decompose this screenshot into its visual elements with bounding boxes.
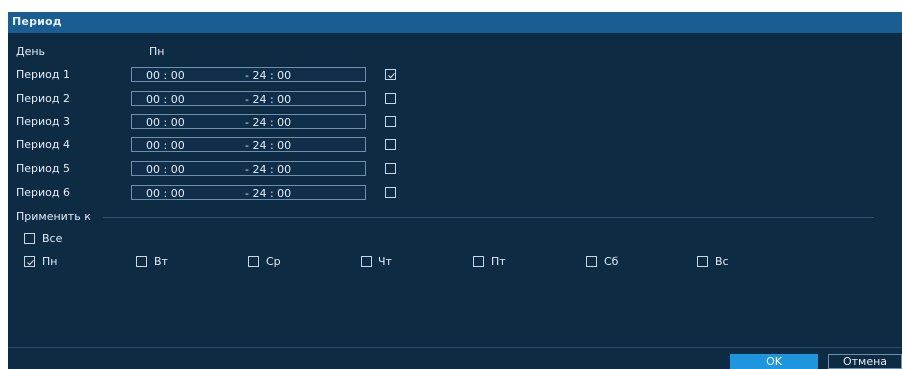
apply-day-thu-label: Чт [378,255,392,268]
period-6-label: Период 6 [16,186,71,199]
period-5-label: Период 5 [16,162,71,175]
period-6-start[interactable]: 00 : 00 [146,187,185,200]
apply-day-sun-checkbox[interactable] [697,256,708,267]
period-4-label: Период 4 [16,138,71,151]
apply-day-sun-label: Вс [715,255,729,268]
period-1-start[interactable]: 00 : 00 [146,69,185,82]
period-5-checkbox[interactable] [385,163,396,174]
day-label: День [16,45,46,58]
period-3-end[interactable]: - 24 : 00 [245,116,291,129]
period-1-label: Период 1 [16,68,71,81]
period-1-checkbox[interactable] [385,69,396,80]
ok-button[interactable]: OK [730,354,818,369]
dialog-title: Период [12,15,62,28]
period-2-checkbox[interactable] [385,93,396,104]
cancel-button[interactable]: Отмена [828,354,902,369]
period-4-start[interactable]: 00 : 00 [146,139,185,152]
apply-day-sat-label: Сб [604,255,619,268]
period-2-start[interactable]: 00 : 00 [146,93,185,106]
dialog-titlebar: Период [8,12,902,33]
period-1-time-input[interactable]: 00 : 00 - 24 : 00 [131,67,366,82]
day-value: Пн [149,45,165,58]
period-6-checkbox[interactable] [385,187,396,198]
period-2-end[interactable]: - 24 : 00 [245,93,291,106]
apply-to-label: Применить к [16,210,91,223]
period-3-start[interactable]: 00 : 00 [146,116,185,129]
apply-day-fri-label: Пт [491,255,506,268]
period-6-time-input[interactable]: 00 : 00 - 24 : 00 [131,185,366,200]
period-6-end[interactable]: - 24 : 00 [245,187,291,200]
period-1-end[interactable]: - 24 : 00 [245,69,291,82]
apply-day-fri-checkbox[interactable] [473,256,484,267]
apply-day-tue-label: Вт [154,255,168,268]
period-3-checkbox[interactable] [385,116,396,127]
period-4-time-input[interactable]: 00 : 00 - 24 : 00 [131,137,366,152]
apply-day-wed-label: Ср [266,255,281,268]
period-2-label: Период 2 [16,92,71,105]
all-days-checkbox[interactable] [24,233,35,244]
apply-day-sat-checkbox[interactable] [586,256,597,267]
all-days-label: Все [42,232,63,245]
period-2-time-input[interactable]: 00 : 00 - 24 : 00 [131,91,366,106]
period-3-time-input[interactable]: 00 : 00 - 24 : 00 [131,114,366,129]
section-divider [103,217,874,218]
apply-day-thu-checkbox[interactable] [361,256,372,267]
period-5-time-input[interactable]: 00 : 00 - 24 : 00 [131,161,366,176]
period-dialog: Период День Пн Период 1 00 : 00 - 24 : 0… [8,12,902,369]
period-4-end[interactable]: - 24 : 00 [245,139,291,152]
period-5-end[interactable]: - 24 : 00 [245,163,291,176]
period-3-label: Период 3 [16,115,71,128]
apply-day-mon-checkbox[interactable] [24,256,35,267]
check-icon [27,259,34,266]
period-5-start[interactable]: 00 : 00 [146,163,185,176]
period-4-checkbox[interactable] [385,139,396,150]
footer-divider [8,347,902,348]
apply-day-tue-checkbox[interactable] [136,256,147,267]
apply-day-wed-checkbox[interactable] [248,256,259,267]
check-icon [388,72,395,79]
apply-day-mon-label: Пн [42,255,58,268]
